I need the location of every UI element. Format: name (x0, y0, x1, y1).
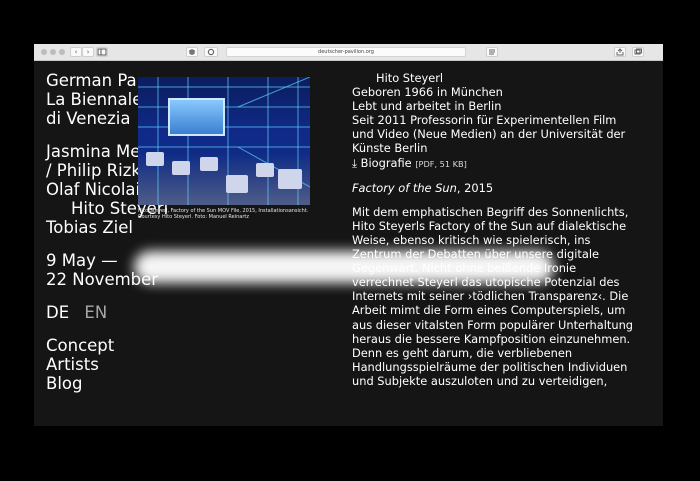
beach-chair (172, 161, 190, 175)
body-line: Handlungsspielräume der politischen Indi… (352, 359, 628, 374)
blurred-overlay (134, 251, 554, 283)
menu-artists[interactable]: Artists (46, 355, 346, 374)
bio-line: Geboren 1966 in München (352, 85, 503, 100)
language-switch: DE EN (46, 303, 346, 322)
address-bar[interactable]: deutscher-pavilion.org (226, 47, 466, 57)
artist-link[interactable]: Tobias Ziel (46, 218, 346, 237)
browser-toolbar: ‹ › deutscher-pavilion.org (34, 44, 663, 61)
extension-icon[interactable] (204, 47, 218, 57)
reader-icon[interactable] (486, 47, 498, 57)
sidebar-icon[interactable] (96, 47, 108, 57)
minimize-window-icon[interactable] (50, 49, 56, 55)
work-title: Factory of the Sun (352, 180, 457, 195)
body-line: Denn es geht darum, die verbliebenen (352, 345, 573, 360)
photo-caption: Hito Steyerl, Factory of the Sun MOV Fil… (138, 208, 309, 220)
menu-concept[interactable]: Concept (46, 336, 346, 355)
beach-chair (200, 157, 218, 171)
close-window-icon[interactable] (41, 49, 47, 55)
menu-blog[interactable]: Blog (46, 374, 346, 393)
artist-name: Hito Steyerl (376, 71, 444, 85)
privacy-icon[interactable] (186, 47, 198, 57)
download-icon: ⤓ Biografie (352, 155, 412, 170)
projection-screen (168, 98, 225, 136)
beach-chair (256, 163, 274, 177)
page-content: German Pa La Biennale di Venezia Jasmina… (34, 61, 663, 426)
language-de[interactable]: DE (46, 303, 69, 322)
browser-window: ‹ › deutscher-pavilion.org German Pa La … (34, 44, 663, 426)
beach-chair (226, 175, 248, 193)
language-en[interactable]: EN (84, 303, 107, 322)
body-line: Arbeit mimt die Form eines Computerspiel… (352, 303, 626, 318)
share-icon[interactable] (614, 47, 626, 57)
bio-line: Lebt und arbeitet in Berlin (352, 99, 502, 114)
bio-line: Seit 2011 Professorin für Experimentelle… (352, 113, 617, 128)
pdf-size: [PDF, 51 KB] (415, 158, 467, 169)
body-line: Mit dem emphatischen Begriff des Sonnenl… (352, 204, 629, 219)
bio-line: und Video (Neue Medien) an der Universit… (352, 127, 626, 142)
back-button[interactable]: ‹ (70, 47, 82, 57)
body-line: und Subjekte auszuloten und zu verteidig… (352, 373, 608, 388)
artist-article: Hito Steyerl Geboren 1966 in München Leb… (352, 71, 652, 388)
beach-chair (146, 152, 164, 166)
beach-chair (278, 169, 302, 189)
bio-download-link[interactable]: ⤓ Biografie [PDF, 51 KB] (352, 156, 652, 171)
body-line: aus dieser vitalsten Form populärer Unte… (352, 317, 634, 332)
body-line: Internets mit seiner ›tödlichen Transpar… (352, 289, 629, 304)
body-line: Hito Steyerls Factory of the Sun auf dia… (352, 218, 627, 233)
bio-line: Künste Berlin (352, 141, 428, 156)
zoom-window-icon[interactable] (59, 49, 65, 55)
work-heading: Factory of the Sun, 2015 (352, 181, 652, 195)
work-year: , 2015 (456, 180, 494, 195)
body-line: heraus die bessere Kampfposition einzune… (352, 331, 631, 346)
tabs-overview-icon[interactable] (632, 47, 644, 57)
forward-button[interactable]: › (82, 47, 94, 57)
installation-photo (138, 77, 310, 205)
body-line: Weise, ebenso kritisch wie spielerisch, … (352, 232, 591, 247)
